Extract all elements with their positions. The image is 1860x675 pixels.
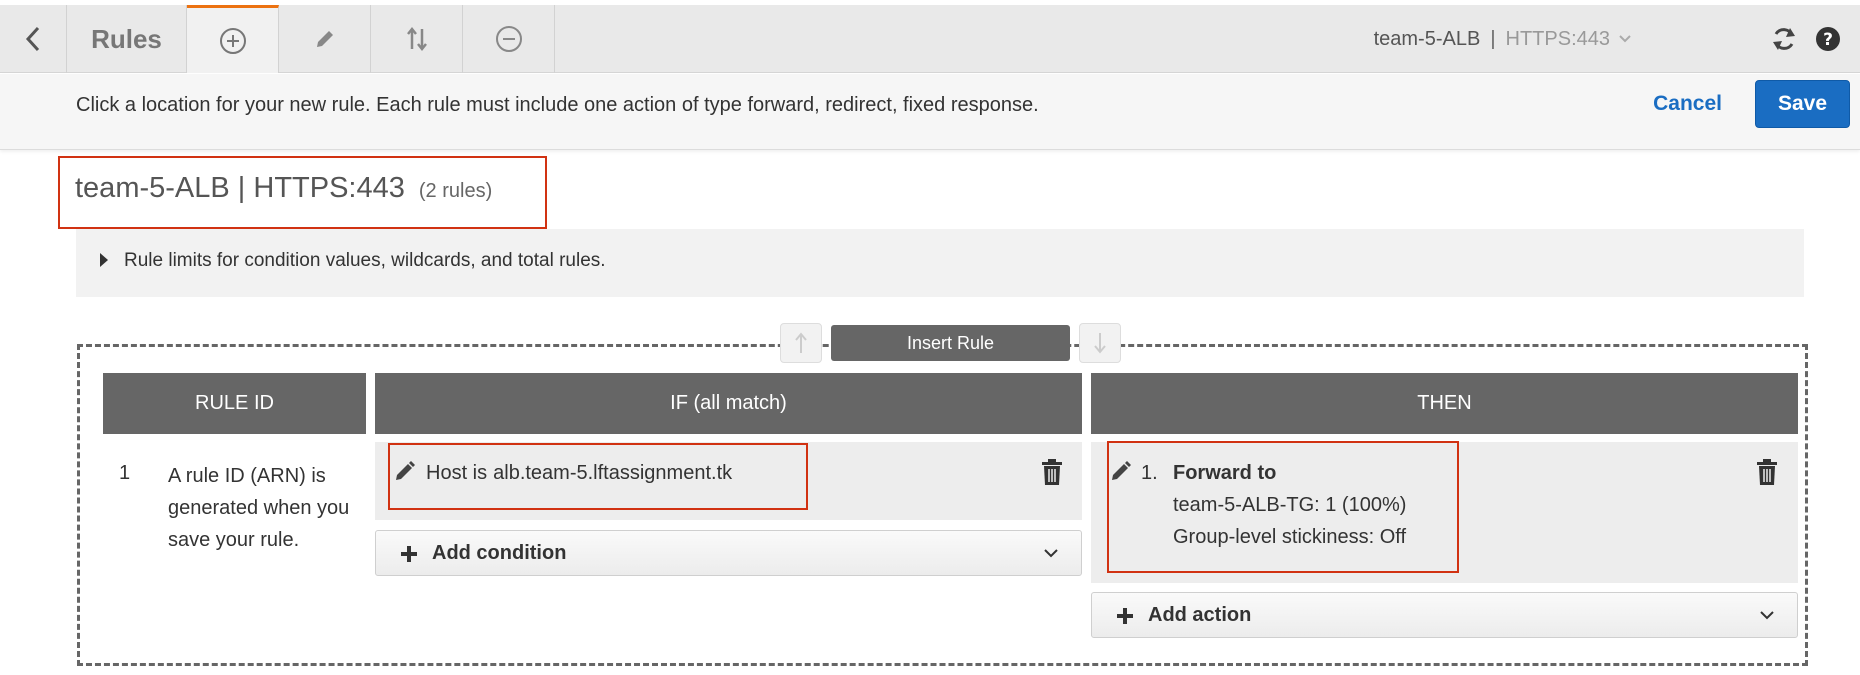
refresh-icon bbox=[1773, 28, 1795, 50]
listener-protocol: HTTPS:443 bbox=[1505, 27, 1610, 50]
arrow-down-icon bbox=[1094, 333, 1106, 354]
chevron-down-icon bbox=[1760, 611, 1774, 620]
edit-action-button[interactable] bbox=[1110, 460, 1132, 482]
listener-separator: | bbox=[1490, 27, 1496, 50]
action-title: Forward to bbox=[1173, 462, 1277, 484]
plus-icon bbox=[401, 546, 417, 562]
insert-rule-button[interactable]: Insert Rule bbox=[831, 325, 1070, 361]
arrow-up-icon bbox=[795, 332, 807, 353]
delete-rules-button[interactable] bbox=[463, 5, 555, 73]
reorder-icon bbox=[406, 26, 427, 52]
chevron-down-icon bbox=[1619, 35, 1631, 43]
reorder-rules-button[interactable] bbox=[371, 5, 463, 73]
minus-circle-icon bbox=[495, 26, 522, 52]
back-button[interactable] bbox=[0, 5, 67, 73]
insert-below-button[interactable] bbox=[1079, 323, 1121, 363]
column-header-rule-id: RULE ID bbox=[103, 373, 366, 434]
help-icon: ? bbox=[1816, 27, 1840, 51]
add-action-label: Add action bbox=[1148, 604, 1252, 626]
instruction-bar: Click a location for your new rule. Each… bbox=[0, 74, 1860, 150]
chevron-down-icon bbox=[1044, 549, 1058, 558]
column-header-then: THEN bbox=[1091, 373, 1798, 434]
plus-circle-icon bbox=[219, 27, 246, 54]
trash-icon bbox=[1757, 459, 1777, 485]
save-button[interactable]: Save bbox=[1755, 80, 1850, 128]
add-condition-button[interactable]: Add condition bbox=[375, 530, 1082, 576]
add-rules-button[interactable] bbox=[187, 5, 279, 73]
condition-value: alb.team-5.lftassignment.tk bbox=[493, 462, 733, 484]
rules-tab-label: Rules bbox=[91, 23, 162, 54]
rule-id-description: A rule ID (ARN) is generated when you sa… bbox=[168, 465, 350, 551]
edit-condition-button[interactable] bbox=[394, 460, 416, 482]
rules-tab[interactable]: Rules bbox=[67, 5, 187, 73]
caret-right-icon bbox=[100, 253, 108, 267]
insert-above-button[interactable] bbox=[780, 323, 822, 363]
pencil-icon bbox=[316, 31, 333, 47]
add-action-button[interactable]: Add action bbox=[1091, 592, 1798, 638]
svg-text:?: ? bbox=[1823, 30, 1833, 50]
refresh-button[interactable] bbox=[1770, 25, 1798, 53]
toolbar: Rules team-5-ALB | HTTPS:443 ? bbox=[0, 5, 1860, 73]
action-number: 1. bbox=[1141, 462, 1158, 484]
pencil-icon bbox=[396, 461, 415, 480]
listener-selector[interactable]: team-5-ALB | HTTPS:443 bbox=[1374, 5, 1632, 73]
rule-number: 1 bbox=[119, 462, 131, 484]
action-target-group: team-5-ALB-TG: 1 (100%) bbox=[1173, 494, 1407, 516]
plus-icon bbox=[1117, 608, 1133, 624]
instruction-text: Click a location for your new rule. Each… bbox=[76, 94, 1039, 116]
trash-icon bbox=[1042, 459, 1062, 485]
pencil-icon bbox=[1112, 461, 1131, 480]
rule-limits-text: Rule limits for condition values, wildca… bbox=[124, 250, 606, 271]
condition-label: Host is bbox=[426, 462, 488, 484]
edit-rules-button[interactable] bbox=[279, 5, 371, 73]
add-condition-label: Add condition bbox=[432, 542, 567, 564]
delete-action-button[interactable] bbox=[1755, 458, 1779, 486]
column-header-if: IF (all match) bbox=[375, 373, 1082, 434]
action-stickiness: Group-level stickiness: Off bbox=[1173, 526, 1407, 548]
delete-condition-button[interactable] bbox=[1040, 458, 1064, 486]
listener-name: team-5-ALB bbox=[1373, 27, 1481, 50]
listener-title: team-5-ALB | HTTPS:443 bbox=[75, 172, 405, 204]
cancel-button[interactable]: Cancel bbox=[1653, 92, 1722, 116]
condition-text: Host is alb.team-5.lftassignment.tk bbox=[426, 462, 732, 485]
back-icon bbox=[25, 26, 40, 52]
help-button[interactable]: ? bbox=[1814, 25, 1842, 53]
page-title: team-5-ALB | HTTPS:443 (2 rules) bbox=[75, 172, 492, 205]
rule-limits-expander[interactable]: Rule limits for condition values, wildca… bbox=[76, 229, 1804, 297]
rule-count: (2 rules) bbox=[418, 180, 493, 202]
